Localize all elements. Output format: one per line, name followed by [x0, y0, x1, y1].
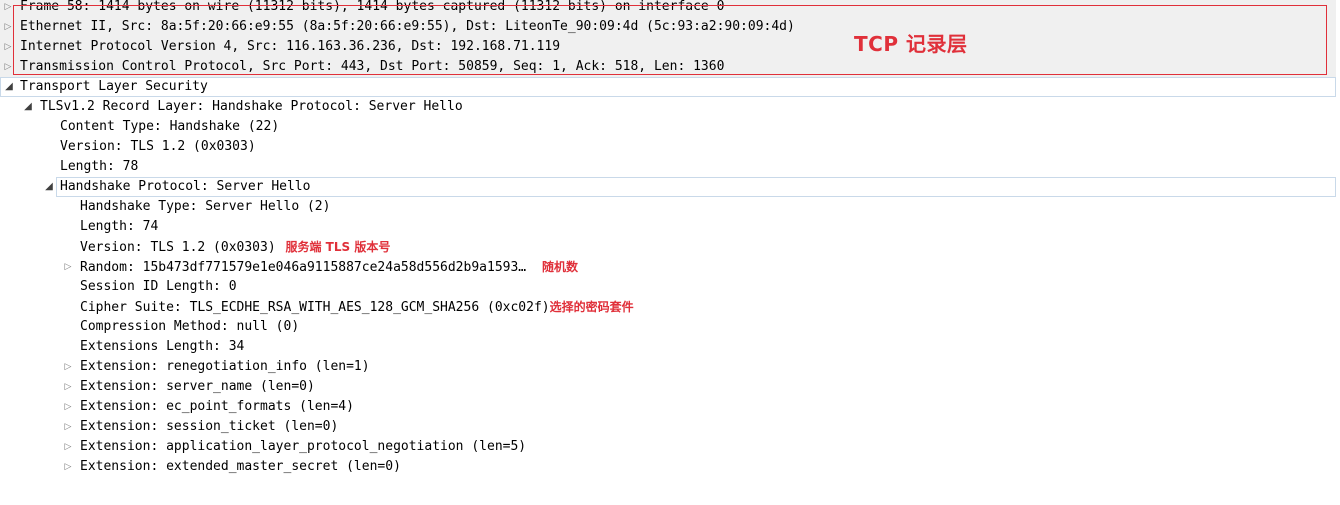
tree-row-handshake-protocol[interactable]: ◢ Handshake Protocol: Server Hello [45, 177, 1336, 197]
tree-row-tls[interactable]: ◢ Transport Layer Security [0, 77, 1336, 97]
tree-row-ethernet[interactable]: ▷ Ethernet II, Src: 8a:5f:20:66:e9:55 (8… [0, 17, 1336, 37]
tree-row-record-layer[interactable]: ◢ TLSv1.2 Record Layer: Handshake Protoc… [0, 97, 1336, 117]
tree-row-handshake-type[interactable]: Handshake Type: Server Hello (2) [0, 197, 1336, 217]
collapsed-triangle-icon[interactable]: ▷ [62, 377, 74, 397]
collapsed-triangle-icon[interactable]: ▷ [62, 357, 74, 377]
annotation-tcp-layer: TCP 记录层 [854, 32, 968, 56]
annotation-cipher-suite: 选择的密码套件 [549, 300, 634, 314]
handshake-type-label: Handshake Type: Server Hello (2) [80, 199, 331, 214]
annotation-random: 随机数 [541, 260, 578, 274]
tree-row-random[interactable]: ▷ Random: 15b473df771579e1e046a9115887ce… [0, 257, 1336, 277]
record-length-label: Length: 78 [60, 159, 139, 174]
tree-row-record-version[interactable]: Version: TLS 1.2 (0x0303) [0, 137, 1336, 157]
expanded-triangle-icon[interactable]: ◢ [22, 97, 34, 117]
annotation-server-version: 服务端 TLS 版本号 [285, 240, 391, 254]
collapsed-triangle-icon[interactable]: ▷ [2, 0, 14, 17]
cipher-suite-label: Cipher Suite: TLS_ECDHE_RSA_WITH_AES_128… [80, 300, 550, 315]
tree-row-extension[interactable]: ▷ Extension: application_layer_protocol_… [0, 437, 1336, 457]
expanded-triangle-icon[interactable]: ◢ [43, 178, 55, 198]
collapsed-triangle-icon[interactable]: ▷ [2, 17, 14, 37]
collapsed-triangle-icon[interactable]: ▷ [2, 57, 14, 77]
extension-label: Extension: ec_point_formats (len=4) [80, 399, 354, 414]
tree-row-extension[interactable]: ▷ Extension: extended_master_secret (len… [0, 457, 1336, 477]
collapsed-triangle-icon[interactable]: ▷ [62, 417, 74, 437]
ip-label: Internet Protocol Version 4, Src: 116.16… [20, 39, 561, 54]
collapsed-triangle-icon[interactable]: ▷ [62, 457, 74, 477]
tree-row-extensions-length[interactable]: Extensions Length: 34 [0, 337, 1336, 357]
tree-row-extension[interactable]: ▷ Extension: session_ticket (len=0) [0, 417, 1336, 437]
tree-row-cipher-suite[interactable]: Cipher Suite: TLS_ECDHE_RSA_WITH_AES_128… [0, 297, 1336, 317]
tree-row-extension[interactable]: ▷ Extension: renegotiation_info (len=1) [0, 357, 1336, 377]
extension-label: Extension: renegotiation_info (len=1) [80, 359, 370, 374]
extension-label: Extension: extended_master_secret (len=0… [80, 459, 401, 474]
content-type-label: Content Type: Handshake (22) [60, 119, 280, 134]
tree-row-record-length[interactable]: Length: 78 [0, 157, 1336, 177]
tree-row-tcp[interactable]: ▷ Transmission Control Protocol, Src Por… [0, 57, 1336, 77]
collapsed-triangle-icon[interactable]: ▷ [62, 257, 74, 277]
ethernet-label: Ethernet II, Src: 8a:5f:20:66:e9:55 (8a:… [20, 19, 795, 34]
collapsed-triangle-icon[interactable]: ▷ [62, 397, 74, 417]
expanded-triangle-icon[interactable]: ◢ [3, 78, 15, 98]
tree-row-handshake-version[interactable]: Version: TLS 1.2 (0x0303) 服务端 TLS 版本号 [0, 237, 1336, 257]
collapsed-triangle-icon[interactable]: ▷ [62, 437, 74, 457]
extension-label: Extension: application_layer_protocol_ne… [80, 439, 527, 454]
tcp-label: Transmission Control Protocol, Src Port:… [20, 59, 725, 74]
tree-row-handshake-length[interactable]: Length: 74 [0, 217, 1336, 237]
tree-row-extension[interactable]: ▷ Extension: server_name (len=0) [0, 377, 1336, 397]
tree-row-frame[interactable]: ▷ Frame 58: 1414 bytes on wire (11312 bi… [0, 0, 1336, 17]
tree-row-session-id-length[interactable]: Session ID Length: 0 [0, 277, 1336, 297]
extensions-length-label: Extensions Length: 34 [80, 339, 245, 354]
compression-label: Compression Method: null (0) [80, 319, 300, 334]
session-id-length-label: Session ID Length: 0 [80, 279, 237, 294]
frame-label: Frame 58: 1414 bytes on wire (11312 bits… [20, 0, 725, 14]
tree-row-ip[interactable]: ▷ Internet Protocol Version 4, Src: 116.… [0, 37, 1336, 57]
random-label: Random: 15b473df771579e1e046a9115887ce24… [80, 260, 527, 275]
record-version-label: Version: TLS 1.2 (0x0303) [60, 139, 256, 154]
extension-label: Extension: session_ticket (len=0) [80, 419, 339, 434]
record-layer-label: TLSv1.2 Record Layer: Handshake Protocol… [40, 99, 463, 114]
tree-row-compression[interactable]: Compression Method: null (0) [0, 317, 1336, 337]
tree-row-content-type[interactable]: Content Type: Handshake (22) [0, 117, 1336, 137]
extension-label: Extension: server_name (len=0) [80, 379, 315, 394]
packet-details-tree: ▷ Frame 58: 1414 bytes on wire (11312 bi… [0, 0, 1340, 505]
tls-label: Transport Layer Security [20, 79, 208, 94]
tree-row-extension[interactable]: ▷ Extension: ec_point_formats (len=4) [0, 397, 1336, 417]
collapsed-triangle-icon[interactable]: ▷ [2, 37, 14, 57]
handshake-version-label: Version: TLS 1.2 (0x0303) [80, 240, 276, 255]
handshake-length-label: Length: 74 [80, 219, 159, 234]
handshake-protocol-label: Handshake Protocol: Server Hello [60, 179, 311, 194]
